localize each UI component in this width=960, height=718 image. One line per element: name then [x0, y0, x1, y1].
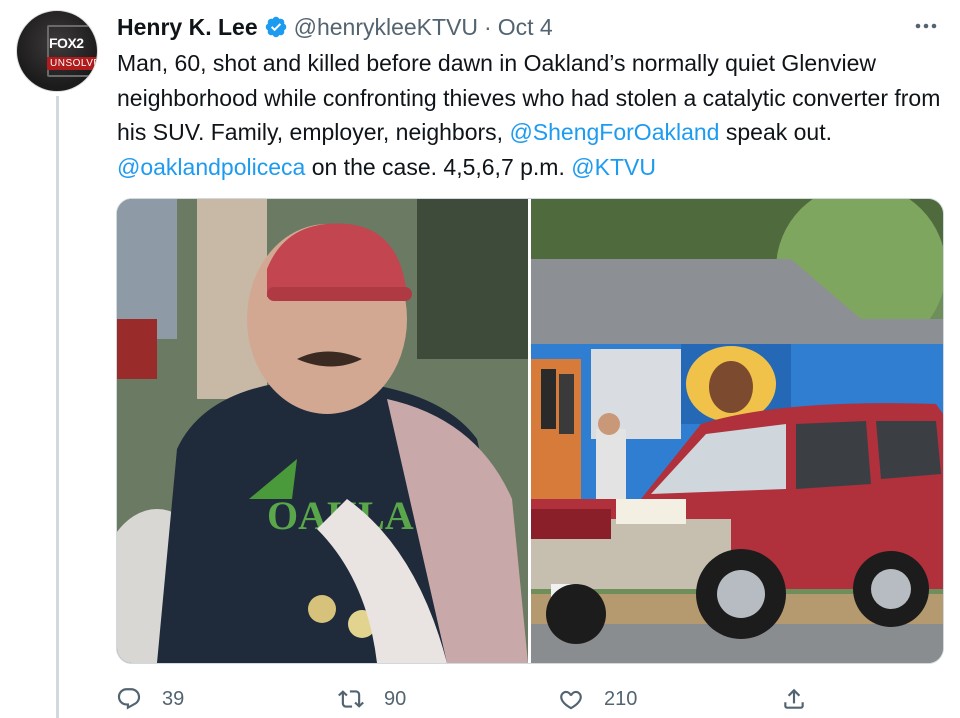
mention-link-oaklandpoliceca[interactable]: @oaklandpoliceca — [117, 154, 305, 180]
like-action[interactable]: 210 — [558, 682, 637, 716]
reply-action[interactable]: 39 — [116, 682, 184, 716]
tweet-text-segment: on the case. 4,5,6,7 p.m. — [305, 153, 572, 180]
tweet-date[interactable]: Oct 4 — [498, 14, 553, 41]
author-name[interactable]: Henry K. Lee — [117, 14, 258, 41]
share-action[interactable] — [781, 682, 807, 716]
more-dots-icon[interactable] — [908, 14, 944, 38]
mention-link-shengforoakland[interactable]: @ShengForOakland — [509, 119, 719, 145]
photo-man-red-cap[interactable]: OAKLA — [117, 199, 528, 663]
reply-count: 39 — [162, 687, 185, 710]
author-handle[interactable]: @henrykleeKTVU — [294, 14, 478, 41]
photo-man-illustration: OAKLA — [117, 199, 528, 663]
reply-icon — [117, 688, 141, 710]
photo-red-suv[interactable] — [531, 199, 943, 663]
thread-line — [56, 96, 59, 718]
verified-badge-icon — [265, 16, 286, 38]
mention-link-ktvu[interactable]: @KTVU — [571, 154, 656, 180]
like-count: 210 — [604, 687, 638, 710]
photo-suv-illustration — [531, 199, 943, 663]
header-separator: · — [484, 13, 492, 40]
media-grid: OAKLA — [116, 198, 944, 664]
tweet-text: Man, 60, shot and killed before dawn in … — [117, 46, 947, 184]
tweet-actions: 39 90 210 — [116, 682, 836, 716]
avatar-badge-text: UNSOLVED — [47, 57, 97, 70]
share-icon — [784, 688, 804, 709]
retweet-icon — [338, 690, 364, 708]
tweet-text-segment: speak out. — [719, 119, 833, 145]
retweet-count: 90 — [384, 687, 407, 710]
tweet-header: Henry K. Lee @henrykleeKTVU · Oct 4 — [117, 10, 553, 44]
avatar-brand-text: FOX2 — [49, 35, 84, 51]
avatar[interactable]: FOX2 UNSOLVED — [16, 10, 98, 92]
retweet-action[interactable]: 90 — [338, 682, 406, 716]
heart-icon — [560, 690, 582, 710]
